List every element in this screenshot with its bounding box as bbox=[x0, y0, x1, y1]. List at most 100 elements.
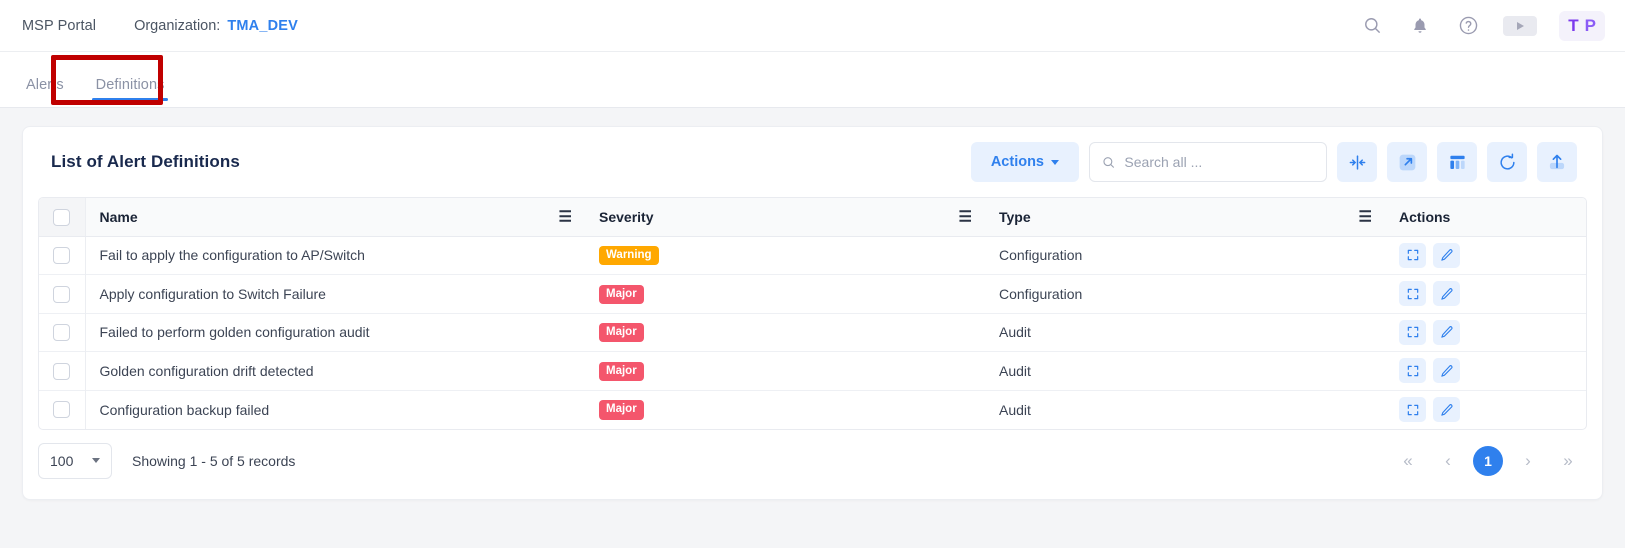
edit-row-icon[interactable] bbox=[1433, 397, 1460, 422]
column-menu-icon-name[interactable]: ☰ bbox=[559, 209, 572, 224]
row-action-group bbox=[1399, 358, 1572, 383]
table-footer: 100 Showing 1 - 5 of 5 records « ‹ 1 › » bbox=[38, 430, 1587, 492]
cell-type: Configuration bbox=[985, 275, 1385, 314]
row-checkbox[interactable] bbox=[53, 363, 70, 380]
select-all-checkbox[interactable] bbox=[53, 209, 70, 226]
chevron-down-icon bbox=[1051, 160, 1059, 165]
table-row[interactable]: Failed to perform golden configuration a… bbox=[39, 313, 1586, 352]
app-brand: MSP Portal bbox=[22, 18, 96, 34]
alert-definitions-card: List of Alert Definitions Actions bbox=[22, 126, 1603, 500]
edit-row-icon[interactable] bbox=[1433, 243, 1460, 268]
cell-actions bbox=[1385, 352, 1586, 391]
row-checkbox[interactable] bbox=[53, 324, 70, 341]
edit-row-icon[interactable] bbox=[1433, 320, 1460, 345]
refresh-icon[interactable] bbox=[1487, 142, 1527, 182]
column-header-severity-label: Severity bbox=[599, 209, 653, 225]
cell-type: Audit bbox=[985, 352, 1385, 391]
search-input[interactable] bbox=[1124, 154, 1314, 170]
table-row[interactable]: Apply configuration to Switch FailureMaj… bbox=[39, 275, 1586, 314]
row-checkbox[interactable] bbox=[53, 286, 70, 303]
top-bar-actions: T P bbox=[1359, 11, 1605, 41]
search-icon[interactable] bbox=[1359, 13, 1385, 39]
cell-name: Configuration backup failed bbox=[85, 390, 585, 429]
pagination-first[interactable]: « bbox=[1393, 446, 1423, 476]
upload-icon[interactable] bbox=[1537, 142, 1577, 182]
collapse-columns-icon[interactable] bbox=[1337, 142, 1377, 182]
column-header-type[interactable]: Type ☰ bbox=[985, 198, 1385, 236]
cell-severity: Major bbox=[585, 275, 985, 314]
column-header-type-label: Type bbox=[999, 209, 1031, 225]
expand-icon[interactable] bbox=[1387, 142, 1427, 182]
edit-row-icon[interactable] bbox=[1433, 281, 1460, 306]
actions-button-label: Actions bbox=[991, 154, 1044, 170]
pagination-prev[interactable]: ‹ bbox=[1433, 446, 1463, 476]
row-checkbox[interactable] bbox=[53, 247, 70, 264]
play-triangle-icon bbox=[1517, 22, 1524, 30]
cell-name: Failed to perform golden configuration a… bbox=[85, 313, 585, 352]
pagination-next[interactable]: › bbox=[1513, 446, 1543, 476]
organization-block: Organization: TMA_DEV bbox=[134, 18, 298, 34]
column-header-name[interactable]: Name ☰ bbox=[85, 198, 585, 236]
card-header: List of Alert Definitions Actions bbox=[38, 127, 1587, 197]
column-header-severity[interactable]: Severity ☰ bbox=[585, 198, 985, 236]
row-select-cell bbox=[39, 352, 85, 391]
row-checkbox[interactable] bbox=[53, 401, 70, 418]
cell-name: Fail to apply the configuration to AP/Sw… bbox=[85, 236, 585, 275]
video-icon[interactable] bbox=[1503, 16, 1537, 36]
cell-severity: Major bbox=[585, 390, 985, 429]
cell-actions bbox=[1385, 275, 1586, 314]
column-header-actions: Actions bbox=[1385, 198, 1586, 236]
row-action-group bbox=[1399, 281, 1572, 306]
expand-row-icon[interactable] bbox=[1399, 358, 1426, 383]
organization-value[interactable]: TMA_DEV bbox=[227, 18, 298, 34]
cell-type: Configuration bbox=[985, 236, 1385, 275]
expand-row-icon[interactable] bbox=[1399, 320, 1426, 345]
status-badge: Warning bbox=[599, 246, 659, 265]
search-box[interactable] bbox=[1089, 142, 1327, 182]
card-toolbar: Actions bbox=[971, 142, 1577, 182]
page-size-select[interactable]: 100 bbox=[38, 443, 112, 479]
cell-severity: Major bbox=[585, 352, 985, 391]
alert-definitions-table-wrapper: Name ☰ Severity ☰ Type ☰ Actions bbox=[38, 197, 1587, 430]
row-action-group bbox=[1399, 320, 1572, 345]
table-header-row: Name ☰ Severity ☰ Type ☰ Actions bbox=[39, 198, 1586, 236]
column-header-actions-label: Actions bbox=[1399, 209, 1450, 225]
cell-severity: Warning bbox=[585, 236, 985, 275]
expand-row-icon[interactable] bbox=[1399, 243, 1426, 268]
pagination-last[interactable]: » bbox=[1553, 446, 1583, 476]
actions-button[interactable]: Actions bbox=[971, 142, 1079, 182]
avatar[interactable]: T P bbox=[1559, 11, 1605, 41]
pagination-page-1[interactable]: 1 bbox=[1473, 446, 1503, 476]
avatar-initial-second: P bbox=[1585, 16, 1596, 36]
status-badge: Major bbox=[599, 400, 644, 419]
column-menu-icon-type[interactable]: ☰ bbox=[1359, 209, 1372, 224]
edit-row-icon[interactable] bbox=[1433, 358, 1460, 383]
expand-row-icon[interactable] bbox=[1399, 281, 1426, 306]
page-title: List of Alert Definitions bbox=[51, 152, 240, 172]
columns-icon[interactable] bbox=[1437, 142, 1477, 182]
table-row[interactable]: Fail to apply the configuration to AP/Sw… bbox=[39, 236, 1586, 275]
records-summary: Showing 1 - 5 of 5 records bbox=[132, 453, 295, 469]
top-bar: MSP Portal Organization: TMA_DEV bbox=[0, 0, 1625, 52]
bell-icon[interactable] bbox=[1407, 13, 1433, 39]
column-header-name-label: Name bbox=[100, 209, 138, 225]
cell-name: Golden configuration drift detected bbox=[85, 352, 585, 391]
row-select-cell bbox=[39, 313, 85, 352]
status-badge: Major bbox=[599, 285, 644, 304]
cell-actions bbox=[1385, 390, 1586, 429]
table-row[interactable]: Golden configuration drift detectedMajor… bbox=[39, 352, 1586, 391]
tab-alerts[interactable]: Alerts bbox=[10, 77, 80, 107]
cell-actions bbox=[1385, 313, 1586, 352]
column-menu-icon-severity[interactable]: ☰ bbox=[959, 209, 972, 224]
tab-bar: Alerts Definitions bbox=[0, 52, 1625, 108]
cell-severity: Major bbox=[585, 313, 985, 352]
chevron-down-icon bbox=[92, 458, 100, 463]
table-body: Fail to apply the configuration to AP/Sw… bbox=[39, 236, 1586, 429]
row-action-group bbox=[1399, 397, 1572, 422]
search-icon bbox=[1102, 155, 1115, 170]
expand-row-icon[interactable] bbox=[1399, 397, 1426, 422]
table-row[interactable]: Configuration backup failedMajorAudit bbox=[39, 390, 1586, 429]
select-all-header bbox=[39, 198, 85, 236]
help-icon[interactable] bbox=[1455, 13, 1481, 39]
tab-definitions[interactable]: Definitions bbox=[80, 77, 181, 107]
